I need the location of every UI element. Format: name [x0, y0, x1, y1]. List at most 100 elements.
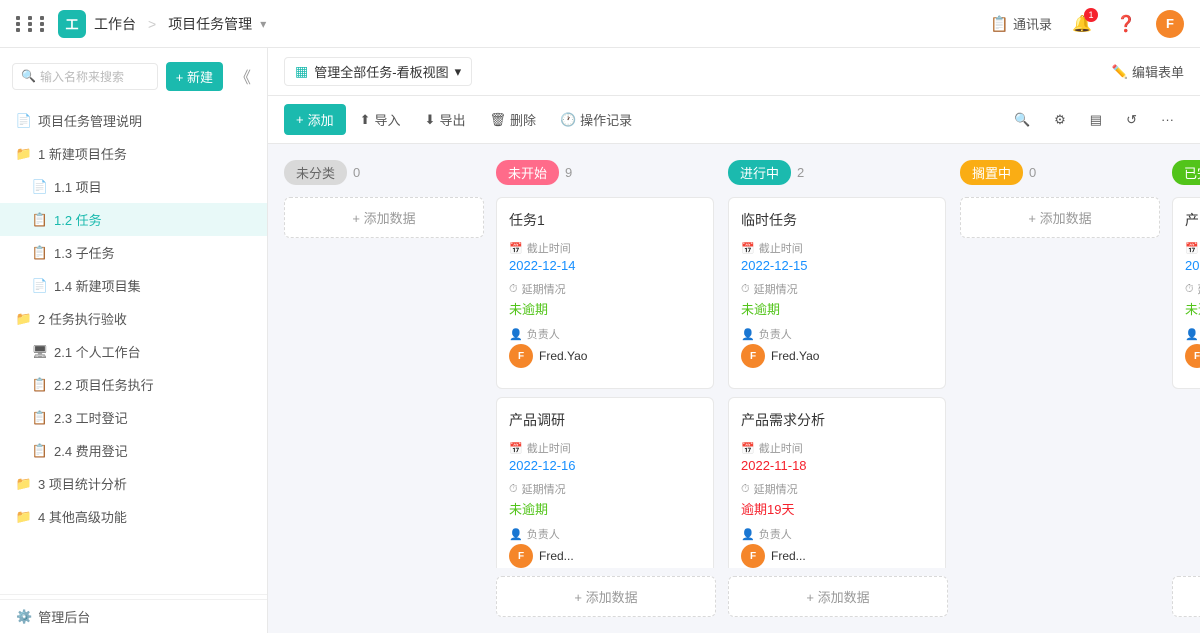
more-button[interactable]: ··· — [1151, 106, 1184, 133]
card-product-analysis[interactable]: 产品需求分析 📅截止时间 2022-11-18 ⏱延期情况 逾期19天 👤负责人 — [728, 397, 946, 568]
card-field-overdue: ⏱延期情况 逾期19天 — [741, 481, 933, 518]
card-task1[interactable]: 任务1 📅截止时间 2022-12-14 ⏱延期情况 未逾期 👤负责人 — [496, 197, 714, 389]
sidebar-item-label: 1.2 任务 — [54, 210, 251, 229]
sidebar-item-label: 4 其他高级功能 — [38, 507, 251, 526]
breadcrumb-workbench[interactable]: 工作台 — [94, 14, 136, 34]
sidebar-item-project-desc[interactable]: 📄 项目任务管理说明 — [0, 104, 267, 137]
delete-label: 删除 — [510, 110, 536, 129]
sidebar-item-advanced[interactable]: 📁 4 其他高级功能 — [0, 500, 267, 533]
assignee-name: Fred... — [771, 549, 806, 563]
col-cards-completed: 产品立项 📅截止时间 2022-10-14 ⏱延期情况 未逾期 👤负责人 — [1172, 197, 1200, 568]
operation-log-button[interactable]: 🕐 操作记录 — [550, 104, 642, 135]
avatar: F — [509, 344, 533, 368]
sidebar-manage-backend[interactable]: ⚙️ 管理后台 — [0, 599, 267, 633]
sidebar-item-project-set[interactable]: 📄 1.4 新建项目集 — [0, 269, 267, 302]
add-data-unclassified[interactable]: + 添加数据 — [284, 197, 484, 238]
add-button[interactable]: + 添加 — [284, 104, 346, 135]
col-header-not-started: 未开始 9 — [496, 160, 716, 185]
assignee-label: 负责人 — [759, 326, 792, 342]
manage-label: 管理后台 — [38, 607, 90, 626]
person-icon: 👤 — [1185, 328, 1199, 341]
export-icon: ⬇ — [425, 112, 436, 128]
grid-menu-icon[interactable] — [16, 16, 50, 32]
sidebar-item-label: 项目任务管理说明 — [38, 111, 251, 130]
sidebar-item-task[interactable]: 📋 1.2 任务 — [0, 203, 267, 236]
col-badge-pending: 搁置中 — [960, 160, 1023, 185]
delete-button[interactable]: 🗑 删除 — [479, 104, 546, 135]
export-button[interactable]: ⬇ 导出 — [415, 104, 476, 135]
assignee-avatar: F Fred... — [741, 544, 933, 568]
add-data-pending[interactable]: + 添加数据 — [960, 197, 1160, 238]
col-badge-in-progress: 进行中 — [728, 160, 791, 185]
toolbar-right-actions: 🔍 ⚙ ▤ ↺ ··· — [1004, 106, 1184, 134]
import-label: 导入 — [375, 110, 401, 129]
sidebar-item-task-exec[interactable]: 📋 2.2 项目任务执行 — [0, 368, 267, 401]
contacts-label: 通讯录 — [1013, 14, 1052, 33]
sidebar-collapse-icon[interactable]: 《 — [231, 60, 255, 92]
chevron-down-icon[interactable]: ▾ — [260, 17, 266, 31]
add-data-in-progress[interactable]: + 添加数据 — [728, 576, 948, 617]
card-title: 产品立项 — [1185, 210, 1200, 230]
col-badge-not-started: 未开始 — [496, 160, 559, 185]
sidebar-item-personal-work[interactable]: 🖥 2.1 个人工作台 — [0, 335, 267, 368]
edit-form-label: 编辑表单 — [1132, 62, 1184, 81]
sidebar-item-project-stats[interactable]: 📁 3 项目统计分析 — [0, 467, 267, 500]
notification-button[interactable]: 🔔 1 — [1068, 10, 1096, 38]
filter-button[interactable]: ⚙ — [1044, 106, 1076, 134]
col-header-completed: 已完成 1 — [1172, 160, 1200, 185]
import-icon: ⬆ — [360, 112, 371, 128]
assignee-label: 负责人 — [527, 526, 560, 542]
card-field-overdue: ⏱延期情况 未逾期 — [509, 281, 701, 318]
top-navigation: 工 工作台 > 项目任务管理 ▾ 📋 通讯录 🔔 1 ❓ F — [0, 0, 1200, 48]
add-data-not-started[interactable]: + 添加数据 — [496, 576, 716, 617]
group-button[interactable]: ▤ — [1080, 106, 1112, 134]
contacts-icon: 📋 — [990, 15, 1009, 33]
view-selector[interactable]: ▦ 管理全部任务-看板视图 ▾ — [284, 57, 472, 86]
add-data-completed[interactable]: + 添加数据 — [1172, 576, 1200, 617]
search-toolbar-button[interactable]: 🔍 — [1004, 106, 1040, 134]
sidebar-item-subtask[interactable]: 📋 1.3 子任务 — [0, 236, 267, 269]
avatar: F — [509, 544, 533, 568]
calendar-icon: 📅 — [509, 442, 523, 455]
col-count-in-progress: 2 — [797, 165, 804, 180]
help-button[interactable]: ❓ — [1112, 10, 1140, 38]
sidebar-item-new-project[interactable]: 📁 1 新建项目任务 — [0, 137, 267, 170]
kanban-board: 未分类 0 + 添加数据 未开始 9 任务1 📅截止时间 2022-12-14 — [268, 144, 1200, 633]
sidebar-item-cost-log[interactable]: 📋 2.4 费用登记 — [0, 434, 267, 467]
card-product-research[interactable]: 产品调研 📅截止时间 2022-12-16 ⏱延期情况 未逾期 👤负责人 — [496, 397, 714, 568]
calendar-icon: 📅 — [741, 242, 755, 255]
breadcrumb-project[interactable]: 项目任务管理 — [168, 14, 252, 34]
card-field-assignee: 👤负责人 F Fred... — [741, 526, 933, 568]
sidebar: 🔍 输入名称来搜索 + 新建 《 📄 项目任务管理说明 📁 1 新建项目任务 📄… — [0, 48, 268, 633]
card-field-deadline: 📅截止时间 2022-12-16 — [509, 440, 701, 473]
deadline-value: 2022-11-18 — [741, 458, 933, 473]
sidebar-item-label: 2.4 费用登记 — [54, 441, 251, 460]
edit-form-button[interactable]: ✏️ 编辑表单 — [1112, 62, 1184, 81]
sidebar-item-label: 1 新建项目任务 — [38, 144, 251, 163]
sidebar-item-task-verify[interactable]: 📁 2 任务执行验收 — [0, 302, 267, 335]
card-temp-task[interactable]: 临时任务 📅截止时间 2022-12-15 ⏱延期情况 未逾期 👤负责人 — [728, 197, 946, 389]
assignee-label: 负责人 — [759, 526, 792, 542]
user-avatar[interactable]: F — [1156, 10, 1184, 38]
avatar: F — [741, 544, 765, 568]
refresh-button[interactable]: ↺ — [1116, 106, 1147, 134]
assignee-avatar: F Fred.Yao — [509, 344, 701, 368]
sidebar-item-time-log[interactable]: 📋 2.3 工时登记 — [0, 401, 267, 434]
search-icon: 🔍 — [21, 69, 36, 83]
contacts-button[interactable]: 📋 通讯录 — [990, 14, 1052, 33]
person-icon: 👤 — [741, 328, 755, 341]
card-product-project[interactable]: 产品立项 📅截止时间 2022-10-14 ⏱延期情况 未逾期 👤负责人 — [1172, 197, 1200, 389]
new-button[interactable]: + 新建 — [166, 62, 223, 91]
group-icon: ▤ — [1090, 112, 1102, 128]
card-field-assignee: 👤负责人 F Fred... — [509, 526, 701, 568]
search-input[interactable]: 🔍 输入名称来搜索 — [12, 63, 158, 90]
import-button[interactable]: ⬆ 导入 — [350, 104, 411, 135]
sidebar-item-project[interactable]: 📄 1.1 项目 — [0, 170, 267, 203]
toolbar: + 添加 ⬆ 导入 ⬇ 导出 🗑 删除 🕐 操作记录 🔍 ⚙ — [268, 96, 1200, 144]
task-icon: 📋 — [32, 377, 48, 393]
overdue-label: 延期情况 — [522, 281, 566, 297]
subheader: ▦ 管理全部任务-看板视图 ▾ ✏️ 编辑表单 — [268, 48, 1200, 96]
overdue-icon: ⏱ — [741, 483, 750, 496]
card-field-overdue: ⏱延期情况 未逾期 — [1185, 281, 1200, 318]
notification-badge: 1 — [1084, 8, 1098, 22]
